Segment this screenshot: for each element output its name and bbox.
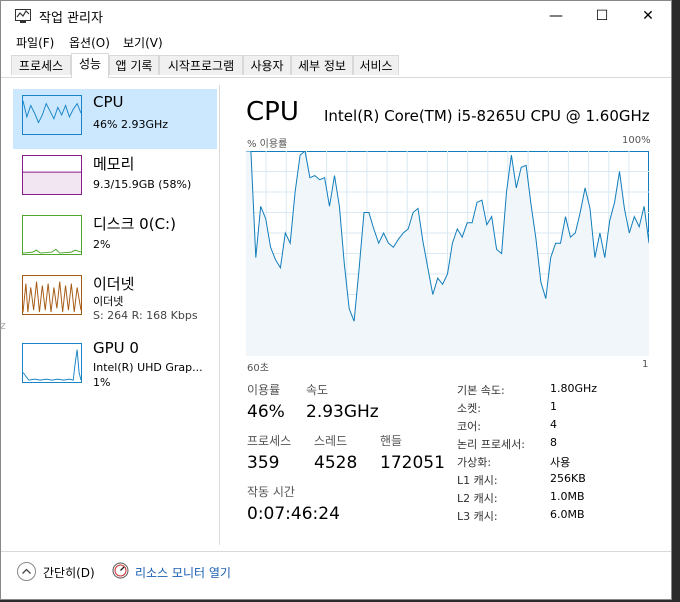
disk-thumbnail-graph xyxy=(22,215,82,255)
spec-value: 6.0MB xyxy=(550,508,585,521)
speed-label: 속도 xyxy=(306,383,329,397)
bottom-bar: 간단히(D) 리소스 모니터 열기 xyxy=(1,551,671,592)
close-button[interactable]: ✕ xyxy=(625,1,671,31)
graph-max-label: 100% xyxy=(622,135,651,146)
sidebar-item-label: 이더넷 xyxy=(93,275,135,293)
minimize-button[interactable]: — xyxy=(533,1,579,31)
spec-label: L3 캐시: xyxy=(457,510,498,523)
processes-value: 359 xyxy=(247,453,280,473)
uptime-value: 0:07:46:24 xyxy=(247,504,340,524)
sidebar-item-usage: 1% xyxy=(93,376,111,389)
handles-label: 핸들 xyxy=(380,434,403,448)
cpu-thumbnail-graph xyxy=(22,95,82,135)
speed-value: 2.93GHz xyxy=(306,402,379,422)
tab-details[interactable]: 세부 정보 xyxy=(291,55,353,75)
sidebar-item-disk[interactable]: 디스크 0(C:) 2% xyxy=(13,209,217,269)
spec-label: 소켓: xyxy=(457,402,481,415)
spec-label: L2 캐시: xyxy=(457,492,498,505)
usage-value: 46% xyxy=(247,402,285,422)
spec-value: 1.80GHz xyxy=(550,382,598,395)
spec-value: 8 xyxy=(550,436,557,449)
maximize-button[interactable]: ☐ xyxy=(579,1,625,31)
tab-bar: 프로세스 성능 앱 기록 시작프로그램 사용자 세부 정보 서비스 xyxy=(1,53,671,78)
background-window-edge-text: z xyxy=(0,319,6,332)
spec-value: 1 xyxy=(550,400,557,413)
tab-processes[interactable]: 프로세스 xyxy=(11,55,71,75)
sidebar-item-throughput: S: 264 R: 168 Kbps xyxy=(93,309,198,322)
task-manager-window: 작업 관리자 — ☐ ✕ 파일(F) 옵션(O) 보기(V) 프로세스 성능 앱… xyxy=(0,0,672,600)
fewer-details-button[interactable] xyxy=(17,562,36,581)
tab-startup[interactable]: 시작프로그램 xyxy=(159,55,243,75)
gpu-thumbnail-graph xyxy=(22,343,82,383)
spec-value: 1.0MB xyxy=(550,490,585,503)
window-title: 작업 관리자 xyxy=(39,11,103,26)
graph-y-label: % 이용률 xyxy=(247,139,288,150)
sidebar-item-ethernet[interactable]: 이더넷 이더넷 S: 264 R: 168 Kbps xyxy=(13,269,217,329)
sidebar-item-label: 디스크 0(C:) xyxy=(93,215,176,233)
menu-file[interactable]: 파일(F) xyxy=(16,34,54,51)
spec-value: 사용 xyxy=(550,456,571,469)
open-resource-monitor-link[interactable]: 리소스 모니터 열기 xyxy=(135,564,231,581)
spec-label: 코어: xyxy=(457,420,481,433)
sidebar-item-value: 9.3/15.9GB (58%) xyxy=(93,178,192,191)
sidebar-item-label: GPU 0 xyxy=(93,339,139,357)
resource-sidebar: CPU 46% 2.93GHz 메모리 9.3/15.9GB (58%) 디스크… xyxy=(11,85,220,545)
sidebar-item-label: CPU xyxy=(93,93,124,111)
sidebar-item-value: 46% 2.93GHz xyxy=(93,118,169,131)
usage-label: 이용률 xyxy=(247,383,281,397)
menu-options[interactable]: 옵션(O) xyxy=(69,34,110,51)
spec-value: 4 xyxy=(550,418,557,431)
sidebar-item-value: Intel(R) UHD Grap... xyxy=(93,361,203,374)
tab-performance[interactable]: 성능 xyxy=(71,53,109,78)
task-manager-icon xyxy=(15,9,31,23)
threads-label: 스레드 xyxy=(314,434,348,448)
uptime-label: 작동 시간 xyxy=(247,485,295,499)
chevron-up-icon xyxy=(22,568,31,574)
spec-label: 논리 프로세서: xyxy=(457,438,525,451)
spec-label: L1 캐시: xyxy=(457,474,498,487)
spec-label: 기본 속도: xyxy=(457,384,505,397)
cpu-model-name: Intel(R) Core(TM) i5-8265U CPU @ 1.60GHz xyxy=(324,107,650,125)
title-bar: 작업 관리자 — ☐ ✕ xyxy=(1,1,671,31)
sidebar-item-value: 이더넷 xyxy=(93,295,124,308)
tab-users[interactable]: 사용자 xyxy=(243,55,291,75)
detail-title: CPU xyxy=(246,97,299,127)
graph-time-start: 60초 xyxy=(247,363,269,374)
ethernet-thumbnail-graph xyxy=(22,275,82,315)
menu-bar: 파일(F) 옵션(O) 보기(V) xyxy=(1,31,671,51)
fewer-details-link[interactable]: 간단히(D) xyxy=(43,564,95,581)
sidebar-item-cpu[interactable]: CPU 46% 2.93GHz xyxy=(13,89,217,149)
memory-thumbnail-graph xyxy=(22,155,82,195)
handles-value: 172051 xyxy=(380,453,445,473)
threads-value: 4528 xyxy=(314,453,358,473)
menu-view[interactable]: 보기(V) xyxy=(123,34,163,51)
graph-time-end: 1 xyxy=(642,359,649,370)
spec-value: 256KB xyxy=(550,472,586,485)
sidebar-item-gpu[interactable]: GPU 0 Intel(R) UHD Grap... 1% xyxy=(13,339,217,399)
tab-services[interactable]: 서비스 xyxy=(353,55,399,75)
sidebar-item-value: 2% xyxy=(93,238,111,251)
processes-label: 프로세스 xyxy=(247,434,292,448)
cpu-usage-graph xyxy=(246,151,649,356)
sidebar-item-memory[interactable]: 메모리 9.3/15.9GB (58%) xyxy=(13,149,217,209)
resource-monitor-icon xyxy=(112,562,129,579)
tab-app-history[interactable]: 앱 기록 xyxy=(109,55,159,75)
sidebar-item-label: 메모리 xyxy=(93,155,135,173)
spec-label: 가상화: xyxy=(457,456,492,469)
